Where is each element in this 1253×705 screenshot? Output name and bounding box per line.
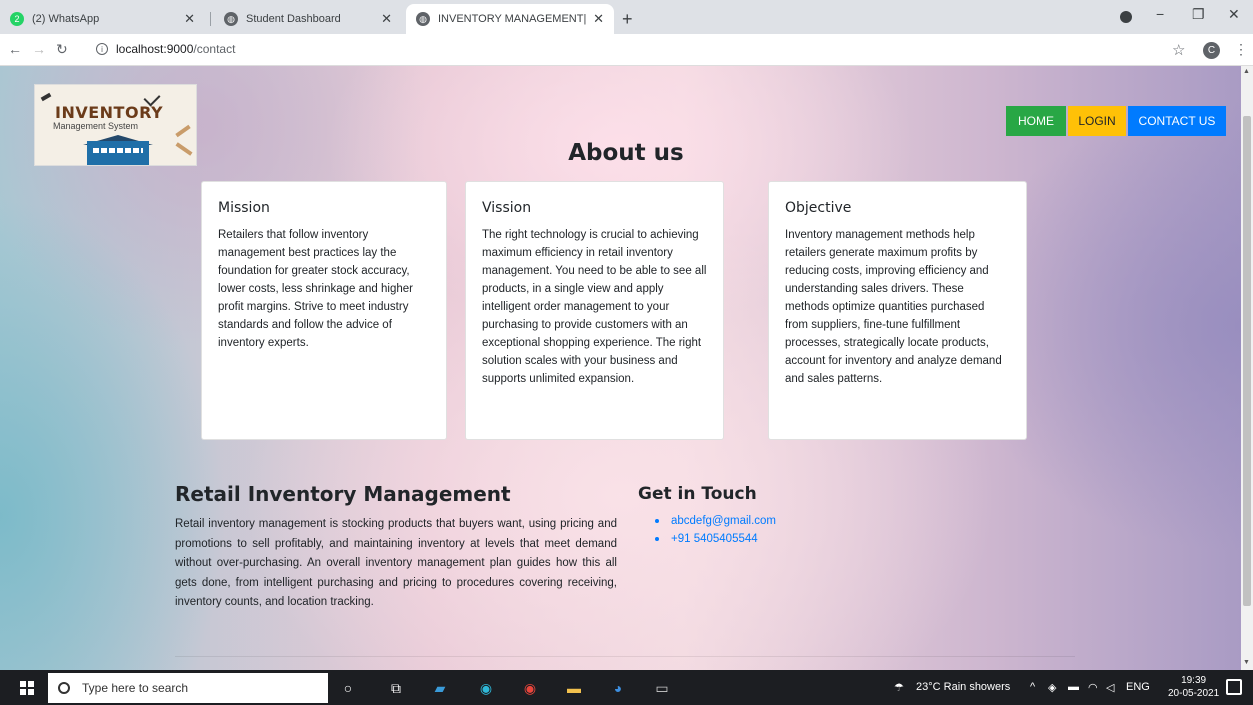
maximize-button[interactable]: ❐ [1192,6,1205,23]
page-title: About us [568,140,684,166]
clock-date: 20-05-2021 [1168,688,1220,699]
taskbar-clock[interactable]: 19:39 20-05-2021 [1168,674,1219,700]
scroll-down-arrow-icon[interactable]: ▼ [1243,659,1250,666]
teams-icon[interactable]: ▰ [430,678,450,698]
close-icon[interactable]: ✕ [184,11,195,27]
forward-arrow-icon[interactable]: → [32,41,46,57]
address-bar: ← → ↻ i localhost:9000/contact ☆ C ⋮ [0,34,1253,66]
contact-list: abcdefg@gmail.com +91 5405405544 [655,512,776,548]
language-indicator[interactable]: ENG [1126,681,1150,693]
tab-label: Student Dashboard [246,13,341,25]
tab-label: INVENTORY MANAGEMENT| AB( [438,13,587,25]
nav-contact-button[interactable]: CONTACT US [1128,106,1226,136]
footer-divider [175,656,1075,657]
url-host: localhost:9000 [116,42,194,56]
card-text: Inventory management methods help retail… [785,229,1002,385]
minimize-button[interactable]: − [1156,6,1164,22]
new-tab-button[interactable]: + [622,9,633,30]
file-explorer-icon[interactable]: ▬ [564,678,584,698]
card-title: Vission [482,200,532,216]
url-field[interactable]: i localhost:9000/contact [96,42,235,56]
tab-student-dashboard[interactable]: ◍ Student Dashboard ✕ [214,4,402,34]
close-icon[interactable]: ✕ [593,11,604,27]
logo-decoration [40,92,52,102]
volume-icon[interactable]: ◁ [1106,681,1114,694]
tab-inventory-management[interactable]: ◍ INVENTORY MANAGEMENT| AB( ✕ [406,4,614,34]
windows-taskbar: Type here to search ○ ⧉ ▰ ◉ ◉ ▬ ◕ ▭ ☂ 23… [0,670,1253,705]
network-icon[interactable]: ◈ [1048,681,1056,694]
battery-icon[interactable]: ▬ [1068,681,1079,693]
globe-icon: ◍ [224,12,238,26]
contact-email-link[interactable]: abcdefg@gmail.com [655,512,776,530]
scrollbar-thumb[interactable] [1243,116,1251,606]
windows-start-icon[interactable] [20,681,34,695]
edge-icon[interactable]: ◉ [476,678,496,698]
nav-login-button[interactable]: LOGIN [1068,106,1126,136]
window-close-button[interactable]: ✕ [1228,6,1240,23]
extension-icon[interactable] [1120,11,1132,23]
card-title: Objective [785,200,852,216]
contact-heading: Get in Touch [638,484,757,504]
logo-decoration [175,142,193,156]
url-path: /contact [193,42,236,56]
mission-card: Mission Retailers that follow inventory … [201,181,447,440]
notification-icon[interactable] [1226,679,1242,695]
window-app-icon[interactable]: ▭ [652,678,672,698]
nav-home-button[interactable]: HOME [1006,106,1066,136]
reload-icon[interactable]: ↻ [56,41,68,58]
weather-text[interactable]: 23°C Rain showers [916,681,1010,693]
logo[interactable]: INVENTORY Management System [34,84,197,166]
profile-avatar[interactable]: C [1203,42,1220,59]
warehouse-icon [87,141,149,165]
tab-separator [210,12,211,26]
clock-time: 19:39 [1181,675,1207,686]
card-text: The right technology is crucial to achie… [482,229,707,385]
scroll-up-arrow-icon[interactable]: ▲ [1243,68,1250,75]
page-scrollbar[interactable]: ▲ ▼ [1241,66,1253,670]
close-icon[interactable]: ✕ [381,11,392,27]
menu-kebab-icon[interactable]: ⋮ [1234,41,1248,58]
chevron-up-icon[interactable]: ^ [1030,681,1035,693]
app-icon[interactable]: ◕ [608,678,628,698]
back-arrow-icon[interactable]: ← [8,41,22,57]
cortana-icon[interactable]: ○ [338,678,358,698]
tab-label: (2) WhatsApp [32,13,100,25]
info-icon[interactable]: i [96,43,108,55]
logo-decoration [175,124,191,138]
taskbar-search-placeholder: Type here to search [82,681,189,695]
whatsapp-icon: 2 [10,12,24,26]
contact-phone-link[interactable]: +91 5405405544 [655,530,776,548]
retail-heading: Retail Inventory Management [175,482,511,506]
globe-icon: ◍ [416,12,430,26]
warehouse-windows [93,148,143,153]
vision-card: Vission The right technology is crucial … [465,181,724,440]
weather-icon[interactable]: ☂ [894,681,904,694]
bookmark-star-icon[interactable]: ☆ [1172,41,1185,59]
logo-title: INVENTORY [55,103,164,122]
taskbar-search-input[interactable]: Type here to search [48,673,328,703]
retail-paragraph: Retail inventory management is stocking … [175,518,617,608]
objective-card: Objective Inventory management methods h… [768,181,1027,440]
logo-subtitle: Management System [53,121,139,131]
tab-whatsapp[interactable]: 2 (2) WhatsApp ✕ [0,4,205,34]
task-view-icon[interactable]: ⧉ [386,678,406,698]
page-viewport: INVENTORY Management System HOME LOGIN C… [0,66,1241,670]
browser-tab-bar: 2 (2) WhatsApp ✕ ◍ Student Dashboard ✕ ◍… [0,0,1253,34]
card-title: Mission [218,200,270,216]
card-text: Retailers that follow inventory manageme… [218,229,413,349]
search-icon [58,682,70,694]
wifi-icon[interactable]: ◠ [1088,681,1098,694]
chrome-icon[interactable]: ◉ [520,678,540,698]
